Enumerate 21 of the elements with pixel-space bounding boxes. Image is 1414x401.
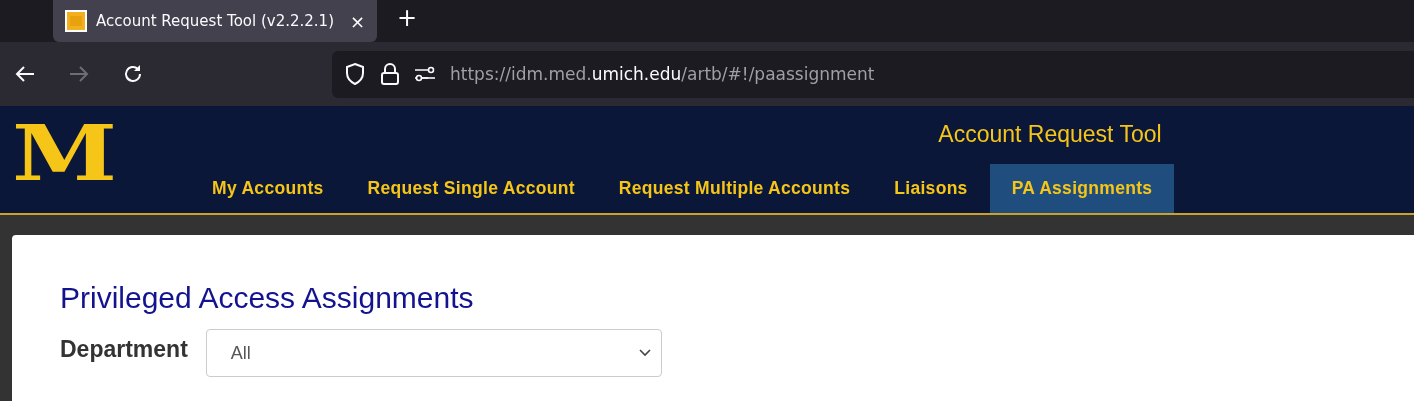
nav-tab[interactable]: Request Single Account bbox=[345, 164, 597, 213]
nav-tab[interactable]: Liaisons bbox=[872, 164, 990, 213]
new-tab-button[interactable]: + bbox=[397, 0, 418, 36]
lock-icon[interactable] bbox=[380, 62, 400, 86]
url-text[interactable]: https://idm.med.umich.edu/artb/#!/paassignment bbox=[450, 64, 875, 84]
shield-icon[interactable] bbox=[344, 62, 366, 86]
chevron-icon bbox=[638, 349, 651, 357]
browser-tab[interactable]: Account Request Tool (v2.2.2.1) × bbox=[53, 0, 377, 42]
favicon-icon bbox=[65, 10, 87, 32]
page-title: Privileged Access Assignments bbox=[60, 281, 475, 315]
department-select[interactable]: All bbox=[205, 329, 662, 377]
department-label: Department bbox=[60, 335, 188, 363]
sliders-icon[interactable] bbox=[414, 66, 436, 82]
nav-tab[interactable]: Request Multiple Accounts bbox=[596, 164, 873, 213]
nav-tab[interactable]: PA Assignments bbox=[989, 164, 1175, 213]
app-title: Account Request Tool bbox=[937, 121, 1163, 148]
close-tab-button[interactable]: × bbox=[349, 10, 365, 32]
university-logo: M bbox=[12, 116, 118, 192]
reload-icon[interactable] bbox=[122, 63, 144, 85]
nav-tab[interactable]: My Accounts bbox=[190, 164, 346, 213]
address-bar[interactable]: https://idm.med.umich.edu/artb/#!/paassignment bbox=[332, 50, 1414, 98]
